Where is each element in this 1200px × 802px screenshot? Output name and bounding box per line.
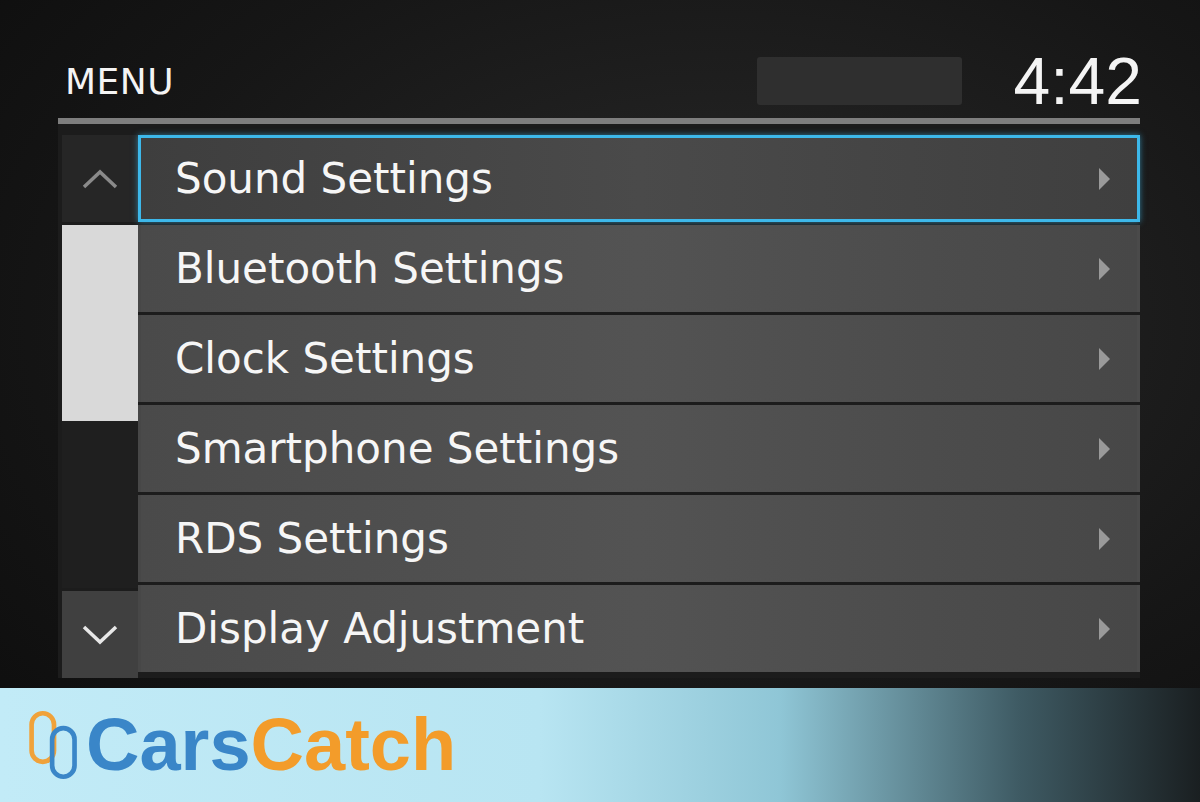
chevron-right-icon (1097, 166, 1111, 192)
menu-item[interactable]: RDS Settings (138, 495, 1140, 582)
scrollbar-thumb[interactable] (62, 225, 138, 421)
menu-item-label: Display Adjustment (175, 604, 1097, 653)
chevron-right-icon (1097, 346, 1111, 372)
menu-list: Sound Settings Bluetooth Settings Clock … (58, 118, 1140, 678)
watermark-band: CarsCatch (0, 688, 1200, 802)
menu-item[interactable]: Sound Settings (138, 135, 1140, 222)
menu-rows: Sound Settings Bluetooth Settings Clock … (138, 135, 1140, 678)
header: MENU 4:42 (0, 0, 1200, 118)
chevron-right-icon (1097, 616, 1111, 642)
menu-item[interactable]: Smartphone Settings (138, 405, 1140, 492)
menu-item-label: Sound Settings (175, 154, 1097, 203)
page: MENU 4:42 Sound Settings Bluetooth Setti… (0, 0, 1200, 802)
chevron-right-icon (1097, 526, 1111, 552)
logo-word: Cars (86, 703, 251, 786)
menu-item-label: Bluetooth Settings (175, 244, 1097, 293)
menu-item-label: Smartphone Settings (175, 424, 1097, 473)
scrollbar-track[interactable] (62, 225, 138, 588)
screen: MENU 4:42 Sound Settings Bluetooth Setti… (0, 0, 1200, 688)
watermark-logo: CarsCatch (86, 708, 456, 782)
menu-item[interactable]: Display Adjustment (138, 585, 1140, 672)
logo-word: Catch (251, 703, 457, 786)
menu-title: MENU (65, 61, 174, 102)
chevron-right-icon (1097, 436, 1111, 462)
link-logo-icon (26, 707, 82, 783)
menu-item-label: Clock Settings (175, 334, 1097, 383)
chevron-down-icon (80, 623, 120, 647)
chevron-right-icon (1097, 256, 1111, 282)
chevron-up-icon (80, 167, 120, 191)
menu-item[interactable]: Bluetooth Settings (138, 225, 1140, 312)
status-box (757, 57, 962, 105)
menu-item-label: RDS Settings (175, 514, 1097, 563)
scroll-down-button[interactable] (62, 591, 138, 678)
scroll-up-button[interactable] (62, 135, 138, 222)
clock-time: 4:42 (1014, 48, 1142, 114)
menu-item[interactable]: Clock Settings (138, 315, 1140, 402)
scroll-column (62, 135, 138, 678)
